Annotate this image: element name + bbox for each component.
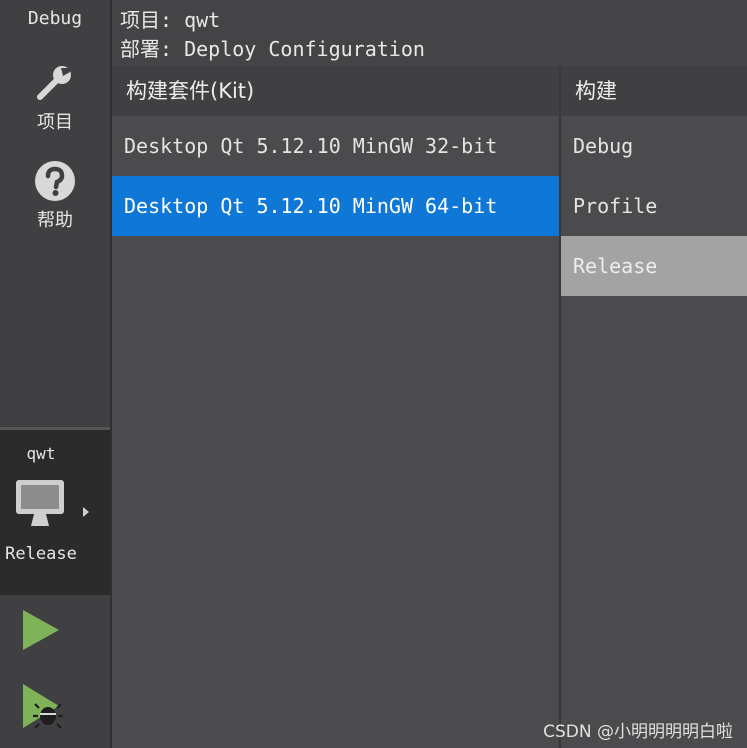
monitor-icon: [16, 480, 64, 526]
expand-arrow-icon[interactable]: [82, 506, 90, 518]
target-build-config: Release: [5, 544, 77, 564]
project-title: 项目: qwt: [120, 8, 221, 32]
target-selector[interactable]: qwt Release: [0, 427, 110, 595]
mode-project-label: 项目: [37, 112, 73, 133]
deploy-configuration: 部署: Deploy Configuration: [120, 37, 425, 61]
build-item-debug[interactable]: Debug: [561, 116, 747, 176]
mode-project[interactable]: 项目: [0, 62, 110, 134]
mode-debug[interactable]: Debug: [0, 8, 110, 29]
build-item-profile[interactable]: Profile: [561, 176, 747, 236]
mode-debug-label: Debug: [27, 8, 83, 29]
wrench-icon: [37, 66, 71, 100]
target-project-name: qwt: [26, 444, 56, 463]
kit-list: Desktop Qt 5.12.10 MinGW 32-bit Desktop …: [112, 116, 559, 748]
play-icon[interactable]: [20, 608, 62, 652]
project-header: 项目: qwt 部署: Deploy Configuration: [112, 0, 747, 66]
kit-column-header: 构建套件(Kit): [112, 66, 559, 116]
debug-play-icon[interactable]: [20, 682, 66, 732]
mode-help[interactable]: 帮助: [0, 160, 110, 232]
help-icon: [35, 161, 75, 201]
build-config-list: Debug Profile Release: [561, 116, 747, 748]
kit-item-selected[interactable]: Desktop Qt 5.12.10 MinGW 64-bit: [112, 176, 559, 236]
watermark: CSDN @小明明明明白啦: [543, 722, 733, 742]
build-item-release[interactable]: Release: [561, 236, 747, 296]
mode-help-label: 帮助: [37, 210, 73, 231]
kit-item[interactable]: Desktop Qt 5.12.10 MinGW 32-bit: [112, 116, 559, 176]
build-column-header: 构建: [561, 66, 747, 116]
mode-sidebar: Debug 项目 帮助 qwt Release: [0, 0, 112, 748]
